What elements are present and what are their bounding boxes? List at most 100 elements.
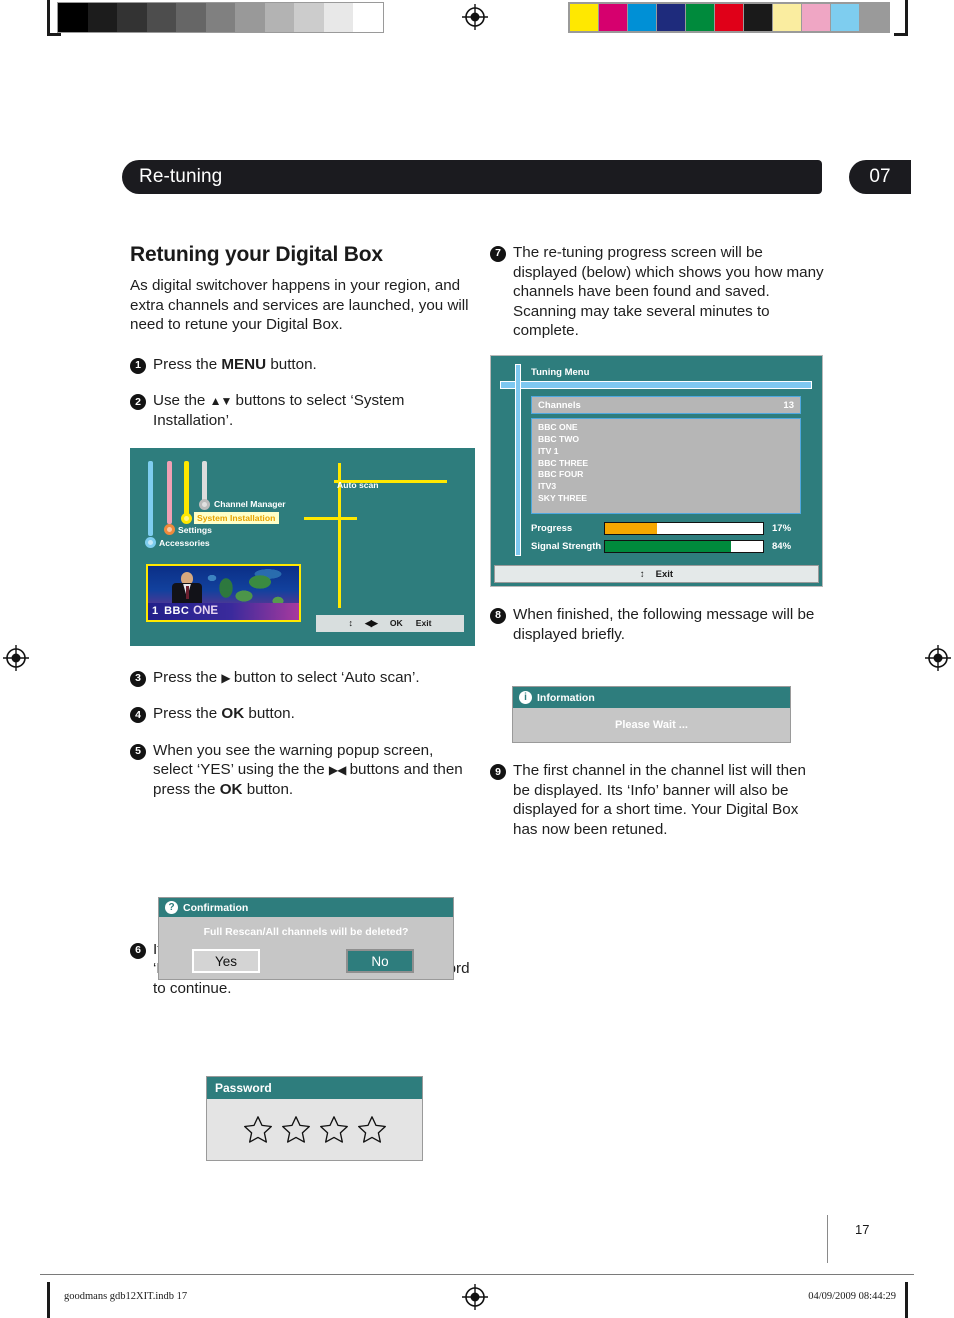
up-down-arrow-icon: ▲▼ [209, 394, 233, 409]
signal-strength-bar [604, 540, 764, 554]
info-icon: i [519, 691, 532, 704]
knob-accessories[interactable] [145, 536, 156, 548]
progress-bar [604, 522, 764, 536]
exit-bar[interactable]: ↕ Exit [494, 565, 819, 584]
step-8: 8 When finished, the following message w… [490, 605, 825, 644]
knob-settings[interactable] [164, 523, 175, 535]
channel-list-item[interactable]: SKY THREE [538, 493, 800, 505]
step-text: Press the OK button. [153, 705, 295, 723]
crop-mark-bl-v [47, 1282, 50, 1318]
gray-swatch-1 [87, 3, 117, 32]
color-swatch-3 [657, 4, 685, 31]
channel-list-item[interactable]: ITV 1 [538, 446, 800, 458]
color-swatch-7 [773, 4, 801, 31]
ok-button-keyword: OK [219, 781, 243, 799]
intro-paragraph: As digital switchover happens in your re… [130, 277, 469, 334]
step-number: 4 [130, 707, 146, 724]
crop-mark-tr-v [905, 0, 908, 36]
step-text: Press the ▶ button to select ‘Auto scan’… [153, 668, 420, 686]
knob-channel-manager[interactable] [199, 498, 210, 510]
right-arrow-icon: ▶ [221, 670, 230, 685]
channels-count: 13 [783, 399, 794, 411]
password-star-icon [281, 1116, 310, 1143]
step-number: 6 [130, 942, 146, 959]
footer-divider [40, 1274, 914, 1275]
step-7: 7 The re-tuning progress screen will be … [490, 243, 825, 341]
page-number: 17 [855, 1222, 870, 1237]
tuning-menu-screenshot: Tuning Menu Channels 13 BBC ONE BBC TWO IT… [490, 355, 823, 588]
channel-list-item[interactable]: BBC TWO [538, 434, 800, 446]
gray-swatch-10 [353, 3, 383, 32]
step-9: 9 The first channel in the channel list … [490, 761, 825, 839]
step-text: When you see the warning popup screen, s… [153, 741, 463, 799]
dialog-title-bar: i Information [513, 687, 790, 708]
channel-number: 1 [152, 605, 159, 618]
right-left-arrow-icon: ▶◀ [328, 763, 346, 778]
exit-hint-label[interactable]: Exit [416, 618, 432, 628]
channel-name: ONE [193, 605, 219, 618]
chapter-number-badge: 07 [849, 160, 911, 194]
channel-list[interactable]: BBC ONE BBC TWO ITV 1 BBC THREE BBC FOUR ITV3… [531, 418, 801, 515]
color-calibration-strip [568, 2, 890, 33]
rail-accessories [148, 460, 153, 536]
menu-rail-horizontal [500, 381, 812, 390]
step-5: 5 When you see the warning popup screen,… [130, 741, 475, 800]
page-title: Re-tuning [139, 166, 223, 187]
password-dialog: Password [206, 1076, 423, 1161]
submenu-auto-scan[interactable]: Auto scan [337, 480, 379, 490]
dialog-title-bar: Password [207, 1077, 422, 1099]
signal-strength-row: Signal Strength 84% [531, 540, 791, 554]
confirmation-message: Full Rescan/All channels will be deleted… [203, 926, 409, 938]
registration-mark-top [462, 4, 488, 30]
grayscale-calibration-strip [57, 2, 384, 33]
crop-mark-tr-h [894, 33, 908, 36]
channel-list-item[interactable]: BBC THREE [538, 458, 800, 470]
no-button[interactable]: No [346, 949, 414, 973]
connector-horizontal-selected [304, 516, 357, 520]
crop-mark-br-v [905, 1282, 908, 1318]
menu-item-accessories[interactable]: Accessories [159, 538, 210, 548]
color-swatch-9 [831, 4, 859, 31]
color-swatch-5 [715, 4, 743, 31]
step-number: 9 [490, 764, 506, 781]
ok-hint-label[interactable]: OK [390, 618, 403, 628]
rail-system-installation [184, 460, 189, 516]
exit-label[interactable]: Exit [656, 569, 673, 580]
dialog-title: Confirmation [183, 901, 249, 914]
left-column: Retuning your Digital Box As digital swi… [130, 243, 475, 999]
tuning-menu-title: Tuning Menu [531, 367, 590, 379]
dialog-body: Full Rescan/All channels will be deleted… [159, 917, 453, 979]
osd-main-menu-screenshot: Channel Manager System Installation Sett… [130, 447, 475, 646]
step-3: 3 Press the ▶ button to select ‘Auto sca… [130, 668, 475, 688]
gray-swatch-6 [235, 3, 265, 32]
menu-button-keyword: MENU [221, 355, 267, 373]
page-number-rule [827, 1215, 828, 1263]
color-swatch-10 [860, 4, 888, 31]
registration-mark-left [3, 645, 29, 671]
menu-item-channel-manager[interactable]: Channel Manager [214, 499, 286, 509]
step-text: The re-tuning progress screen will be di… [513, 244, 824, 340]
channels-header-row: Channels 13 [531, 396, 801, 415]
menu-item-settings[interactable]: Settings [178, 525, 212, 535]
menu-rail-vertical [515, 364, 521, 557]
information-dialog: i Information Please Wait ... [512, 686, 791, 743]
gray-swatch-0 [58, 3, 88, 32]
section-heading: Retuning your Digital Box [130, 243, 383, 266]
crop-mark-tl-v [47, 0, 50, 36]
knob-system-installation[interactable] [181, 512, 192, 524]
channel-list-item[interactable]: BBC ONE [538, 422, 800, 434]
step-4: 4 Press the OK button. [130, 704, 475, 724]
channel-brand: BBC [164, 605, 190, 618]
confirmation-dialog: ? Confirmation Full Rescan/All channels … [158, 897, 454, 980]
channel-list-item[interactable]: BBC FOUR [538, 469, 800, 481]
channel-preview-thumbnail: 1 BBC ONE [146, 563, 301, 622]
chapter-header-bar: Re-tuning [122, 160, 822, 194]
gray-swatch-8 [294, 3, 324, 32]
channel-list-item[interactable]: ITV3 [538, 481, 800, 493]
yes-button[interactable]: Yes [192, 949, 260, 973]
menu-item-system-installation[interactable]: System Installation [194, 511, 280, 524]
step-number: 2 [130, 394, 146, 411]
password-field[interactable] [207, 1099, 422, 1160]
color-swatch-4 [686, 4, 714, 31]
color-swatch-0 [570, 4, 598, 31]
